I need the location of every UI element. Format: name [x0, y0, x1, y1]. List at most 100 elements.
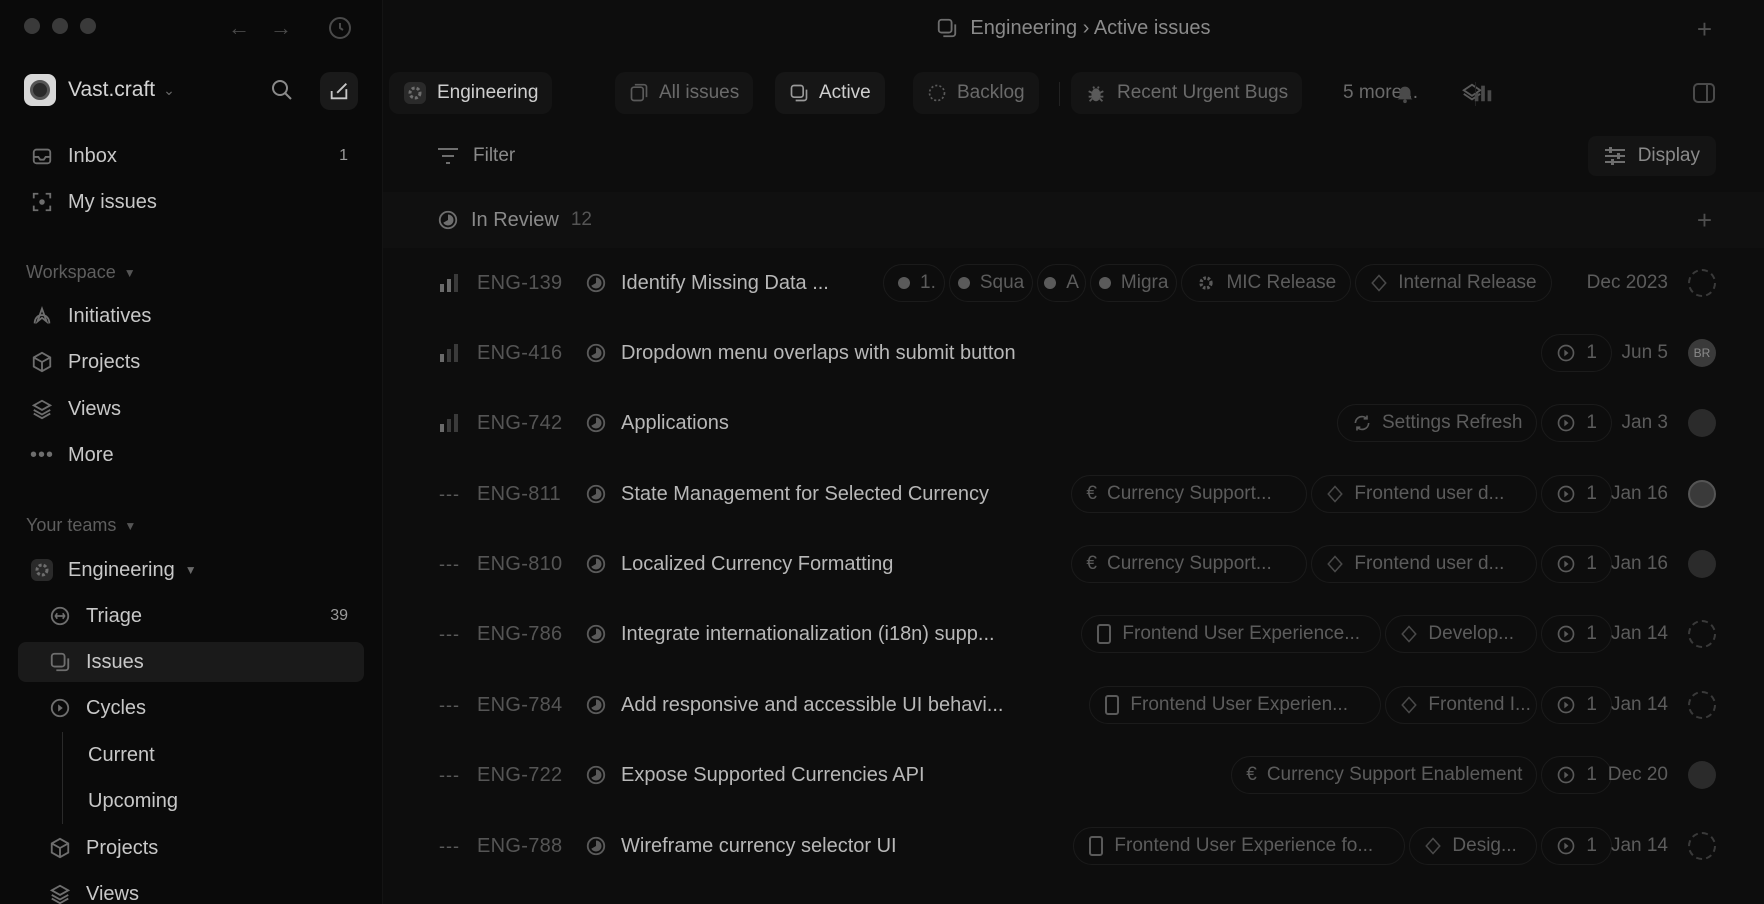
label-chip[interactable]: 1.	[883, 264, 945, 302]
issue-row[interactable]: ENG-139 Identify Missing Data ... 1. Squ…	[383, 248, 1764, 318]
cycle-chip[interactable]: 1	[1541, 475, 1612, 513]
sidebar-item-my-issues[interactable]: My issues	[18, 182, 364, 222]
maximize-window-button[interactable]	[80, 18, 96, 34]
cycle-chip[interactable]: 1	[1541, 686, 1612, 724]
initiative-chip[interactable]: Frontend User Experience...	[1081, 615, 1382, 653]
insights-chart-icon[interactable]	[1472, 82, 1494, 104]
in-review-status-icon[interactable]	[585, 764, 607, 786]
history-clock-icon[interactable]	[328, 16, 352, 40]
unassigned-avatar-icon[interactable]	[1688, 269, 1716, 297]
no-priority-icon[interactable]: ---	[439, 765, 460, 786]
sidebar-item-inbox[interactable]: Inbox 1	[18, 136, 364, 176]
issue-row[interactable]: --- ENG-722 Expose Supported Currencies …	[383, 740, 1764, 810]
issue-row[interactable]: ENG-416 Dropdown menu overlaps with subm…	[383, 318, 1764, 388]
cycle-chip[interactable]: 1	[1541, 404, 1612, 442]
project-chip[interactable]: Desig...	[1409, 827, 1538, 865]
project-chip[interactable]: Frontend user d...	[1311, 545, 1538, 583]
project-chip[interactable]: Frontend I...	[1385, 686, 1538, 724]
project-chip[interactable]: Frontend user d...	[1311, 475, 1538, 513]
sidebar-item-more[interactable]: ••• More	[18, 435, 364, 475]
no-priority-icon[interactable]: ---	[439, 484, 460, 505]
no-priority-icon[interactable]: ---	[439, 836, 460, 857]
issue-row[interactable]: --- ENG-784 Add responsive and accessibl…	[383, 670, 1764, 740]
in-review-status-icon[interactable]	[585, 694, 607, 716]
minimize-window-button[interactable]	[52, 18, 68, 34]
toggle-sidebar-icon[interactable]	[1692, 82, 1716, 104]
in-review-status-icon[interactable]	[585, 835, 607, 857]
sidebar-item-issues[interactable]: Issues	[18, 642, 364, 682]
label-chip[interactable]: Squa	[948, 264, 1034, 302]
in-review-status-icon[interactable]	[585, 342, 607, 364]
assignee-avatar[interactable]: BR	[1688, 339, 1716, 367]
filter-button[interactable]: Filter	[437, 136, 515, 176]
priority-bars-icon[interactable]	[439, 413, 461, 433]
project-chip[interactable]: Develop...	[1385, 615, 1538, 653]
unassigned-avatar-icon[interactable]	[1688, 691, 1716, 719]
cycle-chip[interactable]: 1	[1541, 545, 1612, 583]
tab-team-engineering[interactable]: Engineering	[389, 72, 553, 114]
back-arrow-icon[interactable]: ←	[228, 16, 250, 40]
cycle-chip[interactable]: MIC Release	[1181, 264, 1352, 302]
add-issue-icon[interactable]: +	[1697, 205, 1712, 236]
forward-arrow-icon[interactable]: →	[270, 16, 292, 40]
project-chip[interactable]: Internal Release	[1355, 264, 1552, 302]
issue-row[interactable]: --- ENG-811 State Management for Selecte…	[383, 459, 1764, 529]
workspace-section-header[interactable]: Workspace ▼	[26, 262, 136, 283]
group-header-in-review[interactable]: In Review 12 +	[383, 192, 1764, 248]
display-button[interactable]: Display	[1587, 136, 1716, 176]
unassigned-avatar-icon[interactable]	[1688, 832, 1716, 860]
sidebar-item-upcoming-cycle[interactable]: Upcoming	[18, 781, 364, 821]
no-priority-icon[interactable]: ---	[439, 554, 460, 575]
project-chip[interactable]: Settings Refresh	[1336, 404, 1538, 442]
in-review-status-icon[interactable]	[585, 623, 607, 645]
sidebar-item-initiatives[interactable]: Initiatives	[18, 296, 364, 336]
cycle-chip[interactable]: 1	[1541, 334, 1612, 372]
add-icon[interactable]: +	[1697, 14, 1712, 45]
assignee-avatar[interactable]	[1688, 480, 1716, 508]
priority-bars-icon[interactable]	[439, 273, 461, 293]
sidebar-item-current-cycle[interactable]: Current	[18, 735, 364, 775]
tab-all-issues[interactable]: All issues	[615, 72, 754, 114]
sidebar-item-triage[interactable]: Triage 39	[18, 596, 364, 636]
assignee-avatar[interactable]	[1688, 550, 1716, 578]
issue-row[interactable]: ENG-742 Applications Settings Refresh 1 …	[383, 388, 1764, 458]
in-review-status-icon[interactable]	[585, 553, 607, 575]
no-priority-icon[interactable]: ---	[439, 624, 460, 645]
initiative-chip[interactable]: € Currency Support...	[1071, 545, 1308, 583]
assignee-avatar[interactable]	[1688, 761, 1716, 789]
initiative-chip[interactable]: Frontend User Experien...	[1089, 686, 1382, 724]
workspace-switcher[interactable]: Vast.craft ⌄	[24, 74, 175, 106]
close-window-button[interactable]	[24, 18, 40, 34]
in-review-status-icon[interactable]	[585, 272, 607, 294]
priority-bars-icon[interactable]	[439, 343, 461, 363]
in-review-status-icon[interactable]	[585, 412, 607, 434]
tab-backlog[interactable]: Backlog	[913, 72, 1039, 114]
label-chip[interactable]: Migra	[1089, 264, 1178, 302]
sidebar-item-views[interactable]: Views	[18, 389, 364, 429]
search-icon[interactable]	[270, 78, 294, 102]
unassigned-avatar-icon[interactable]	[1688, 620, 1716, 648]
sidebar-item-projects[interactable]: Projects	[18, 342, 364, 382]
issue-row[interactable]: --- ENG-810 Localized Currency Formattin…	[383, 529, 1764, 599]
issue-row[interactable]: --- ENG-788 Wireframe currency selector …	[383, 811, 1764, 881]
label-chip[interactable]: A	[1037, 264, 1086, 302]
sidebar-item-team-views[interactable]: Views	[18, 874, 364, 904]
bell-icon[interactable]	[1394, 82, 1416, 104]
cycle-chip[interactable]: 1	[1541, 756, 1612, 794]
more-views-button[interactable]: 5 more...	[1329, 72, 1432, 114]
in-review-status-icon[interactable]	[585, 483, 607, 505]
sidebar-item-cycles[interactable]: Cycles	[18, 688, 364, 728]
assignee-avatar[interactable]	[1688, 409, 1716, 437]
no-priority-icon[interactable]: ---	[439, 695, 460, 716]
issue-row[interactable]: --- ENG-786 Integrate internationalizati…	[383, 599, 1764, 669]
teams-section-header[interactable]: Your teams ▼	[26, 515, 136, 536]
sidebar-team-engineering[interactable]: Engineering ▼	[18, 550, 364, 590]
initiative-chip[interactable]: Frontend User Experience fo...	[1073, 827, 1406, 865]
cycle-chip[interactable]: 1	[1541, 615, 1612, 653]
initiative-chip[interactable]: € Currency Support...	[1071, 475, 1308, 513]
tab-recent-urgent-bugs[interactable]: Recent Urgent Bugs	[1071, 72, 1303, 114]
cycle-chip[interactable]: 1	[1541, 827, 1612, 865]
new-issue-button[interactable]	[320, 72, 358, 110]
initiative-chip[interactable]: € Currency Support Enablement	[1231, 756, 1538, 794]
tab-active[interactable]: Active	[775, 72, 885, 114]
